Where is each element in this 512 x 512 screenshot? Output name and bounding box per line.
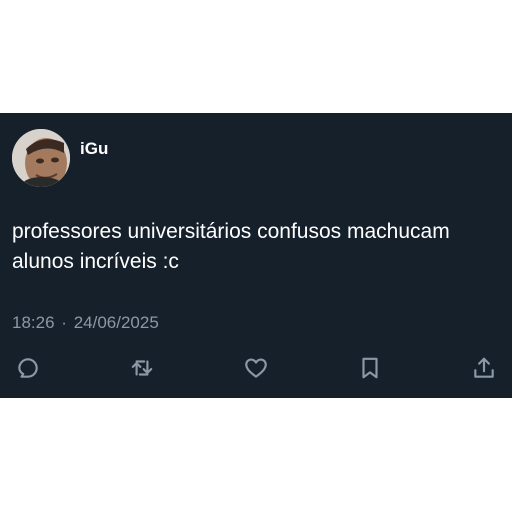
avatar[interactable] — [12, 129, 70, 187]
retweet-icon — [131, 360, 153, 376]
heart-icon — [245, 358, 267, 378]
reply-icon — [18, 358, 38, 378]
tweet-time: 18:26 — [12, 313, 55, 332]
action-bar — [0, 353, 512, 383]
bookmark-icon — [362, 357, 378, 379]
tweet-date: 24/06/2025 — [73, 313, 159, 332]
tweet-text: professores universitários confusos mach… — [12, 220, 450, 273]
reply-button[interactable] — [13, 353, 43, 383]
tweet-timestamp[interactable]: 18:26 · 24/06/2025 — [12, 313, 159, 333]
avatar-photo — [12, 129, 70, 187]
share-button[interactable] — [469, 353, 499, 383]
tweet-card: iGu professores universitários confusos … — [0, 113, 512, 398]
author-name[interactable]: iGu — [80, 139, 108, 159]
share-icon — [474, 357, 494, 378]
bookmark-button[interactable] — [355, 353, 385, 383]
like-button[interactable] — [241, 353, 271, 383]
timestamp-separator: · — [61, 313, 67, 332]
retweet-button[interactable] — [127, 353, 157, 383]
